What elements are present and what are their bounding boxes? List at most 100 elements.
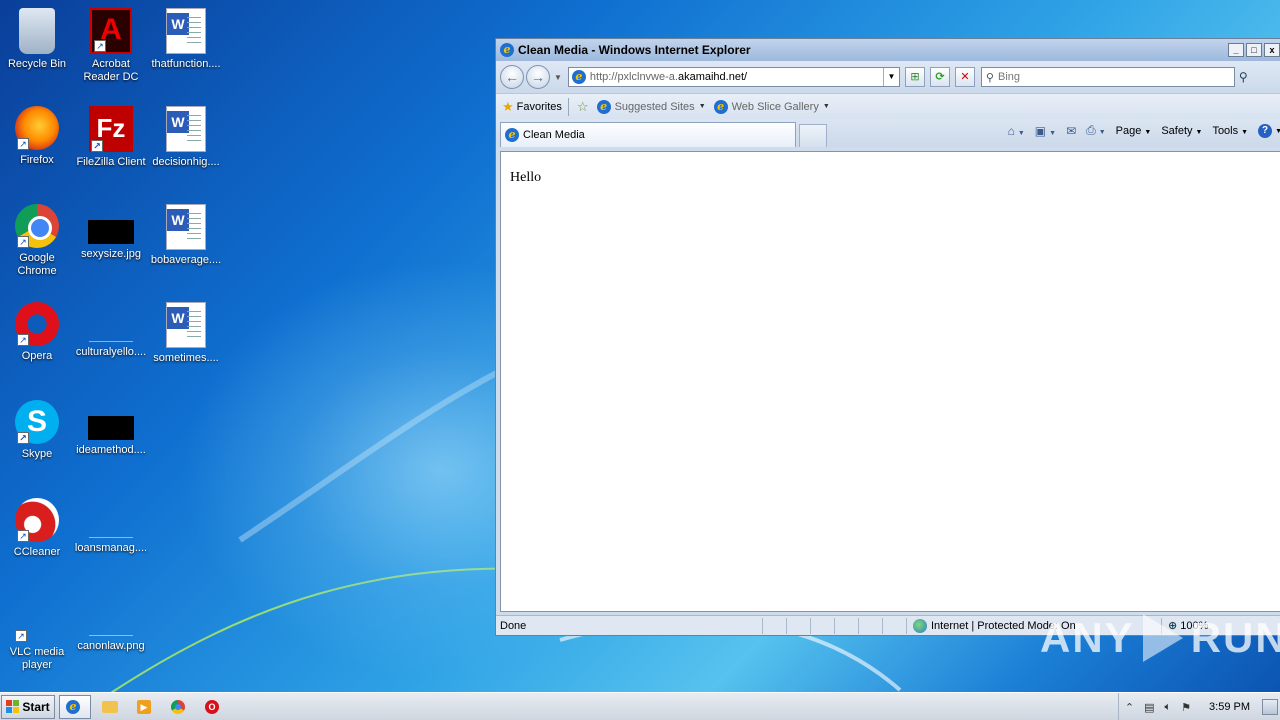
desktop-icon-label: sexysize.jpg (81, 248, 141, 260)
refresh-icon[interactable]: ⟳ (929, 67, 950, 87)
ie-icon: e (66, 699, 80, 714)
taskbar-chrome-button[interactable] (163, 695, 193, 719)
volume-icon[interactable]: 🔈︎ (1165, 701, 1172, 714)
desktop-icon-label: Recycle Bin (7, 58, 67, 70)
action-center-flag-icon[interactable]: ⚑ (1181, 701, 1191, 714)
address-bar[interactable]: e http://pxlclnvwe-a. akamaihd.net/ ▼ (567, 67, 900, 87)
word-document-icon: W (166, 204, 206, 250)
media-player-icon: ▶ (137, 699, 151, 714)
search-icon: ⚲ (985, 71, 994, 84)
status-cell (810, 617, 834, 634)
status-text: Done (500, 619, 527, 632)
compatibility-view-icon[interactable]: ⊞ (904, 67, 925, 87)
taskbar-explorer-button[interactable] (95, 695, 125, 719)
desktop-icon-label: loansmanag.... (74, 542, 148, 554)
recent-pages-dropdown[interactable]: ▼ (554, 73, 562, 82)
desktop-icon-thatfunction[interactable]: W thatfunction.... (149, 8, 223, 71)
watermark-text-left: ANY (1040, 614, 1135, 661)
image-file-icon (88, 416, 134, 440)
ie-page-icon: e (713, 99, 728, 114)
page-menu-label: Page (1115, 124, 1142, 137)
back-button[interactable]: ← (500, 65, 524, 89)
desktop-icon-acrobat[interactable]: A ↗ Acrobat Reader DC (74, 8, 148, 84)
play-logo-icon (1142, 614, 1183, 662)
suggested-sites-label: Suggested Sites (614, 100, 695, 113)
tab-bar: e Clean Media ⌂ ▼ ▣ ▼ ✉ ⎙ ▼ Page ▼ Safety ▼ T… (496, 119, 1280, 147)
desktop-icon-ideamethod[interactable]: ideamethod.... (74, 400, 148, 457)
desktop-icon-label: VLC media player (9, 646, 65, 671)
desktop-icon-chrome[interactable]: ↗ Google Chrome (0, 204, 74, 278)
show-desktop-button[interactable] (1262, 699, 1278, 715)
forward-button[interactable]: → (526, 65, 550, 89)
desktop-icon-label: CCleaner (13, 546, 61, 558)
close-button[interactable]: x (1264, 43, 1280, 57)
start-button[interactable]: Start (1, 694, 55, 719)
page-menu[interactable]: Page ▼ (1116, 125, 1152, 137)
safety-menu[interactable]: Safety ▼ (1161, 125, 1202, 137)
tools-menu-label: Tools (1212, 124, 1239, 137)
desktop-icon-ccleaner[interactable]: ↗ CCleaner (0, 498, 74, 559)
taskbar-media-player-button[interactable]: ▶ (129, 695, 159, 719)
home-icon[interactable]: ⌂ ▼ (1008, 124, 1025, 138)
watermark-text-right: RUN (1190, 614, 1280, 661)
desktop-icon-filezilla[interactable]: Fz ↗ FileZilla Client (74, 106, 148, 169)
chrome-icon: ↗ (15, 204, 59, 248)
page-text: Hello (510, 170, 542, 185)
help-icon: ? (1258, 123, 1273, 138)
help-menu[interactable]: ? ▼ (1258, 123, 1280, 138)
rss-feed-icon[interactable]: ▣ ▼ (1035, 124, 1056, 138)
safety-menu-label: Safety (1161, 124, 1193, 137)
desktop-icon-label: Acrobat Reader DC (83, 58, 139, 83)
desktop-icon-label: Firefox (20, 154, 54, 166)
blank-file-icon (89, 322, 133, 342)
desktop-icon-bobaverage[interactable]: W bobaverage.... (149, 204, 223, 267)
desktop-icon-sometimes[interactable]: W sometimes.... (149, 302, 223, 365)
desktop-icon-recycle-bin[interactable]: Recycle Bin (0, 8, 74, 71)
desktop-icon-label: Google Chrome (17, 252, 57, 277)
desktop-icon-culturalyellow[interactable]: culturalyello.... (74, 302, 148, 359)
clock[interactable]: 3:59 PM (1209, 701, 1250, 713)
status-cell (882, 617, 906, 634)
search-input[interactable]: ⚲ Bing (980, 67, 1235, 87)
network-icon[interactable]: ▤ (1144, 701, 1154, 714)
new-tab-button[interactable] (799, 124, 827, 147)
favorites-button[interactable]: ★ Favorites (502, 99, 562, 115)
tools-menu[interactable]: Tools ▼ (1212, 125, 1248, 137)
desktop-icon-label: Opera (21, 350, 53, 362)
add-to-favorites-icon[interactable]: ☆ (577, 99, 589, 115)
window-controls: _ □ x (1228, 43, 1280, 57)
desktop-icon-vlc[interactable]: ↗ VLC media player (0, 596, 74, 672)
desktop-icon-canonlaw[interactable]: canonlaw.png (74, 596, 148, 653)
suggested-sites-button[interactable]: e Suggested Sites ▼ (596, 99, 706, 114)
acrobat-icon: A ↗ (90, 8, 132, 54)
minimize-button[interactable]: _ (1228, 43, 1244, 57)
address-dropdown-button[interactable]: ▼ (882, 68, 899, 86)
tab-title: Clean Media (523, 129, 585, 141)
ie-window[interactable]: e Clean Media - Windows Internet Explore… (495, 38, 1280, 636)
desktop-icon-label: decisionhig.... (152, 156, 220, 168)
recycle-bin-icon (19, 8, 55, 54)
web-slice-gallery-button[interactable]: e Web Slice Gallery ▼ (713, 99, 830, 114)
page-ie-icon: e (571, 70, 586, 84)
print-icon[interactable]: ⎙ ▼ (1086, 123, 1106, 138)
desktop-icon-decisionhig[interactable]: W decisionhig.... (149, 106, 223, 169)
system-tray: ⌃ ▤ 🔈︎ ⚑ 3:59 PM (1117, 693, 1280, 720)
desktop-icon-loansmanag[interactable]: loansmanag.... (74, 498, 148, 555)
desktop-icon-opera[interactable]: ↗ Opera (0, 302, 74, 363)
show-hidden-icons-icon[interactable]: ⌃ (1125, 701, 1134, 714)
ie-titlebar[interactable]: e Clean Media - Windows Internet Explore… (496, 39, 1280, 61)
desktop-icon-sexysize[interactable]: sexysize.jpg (74, 204, 148, 261)
desktop-icon-skype[interactable]: S ↗ Skype (0, 400, 74, 461)
taskbar-opera-button[interactable]: O (197, 695, 227, 719)
desktop-icon-firefox[interactable]: ↗ Firefox (0, 106, 74, 167)
maximize-button[interactable]: □ (1246, 43, 1262, 57)
taskbar-ie-button[interactable]: e (59, 694, 91, 719)
desktop-icon-label: FileZilla Client (76, 156, 146, 168)
read-mail-icon[interactable]: ✉ (1066, 124, 1076, 138)
desktop-icon-label: bobaverage.... (150, 254, 222, 266)
search-go-icon[interactable]: ⚲ (1239, 70, 1257, 84)
stop-icon[interactable]: ✕ (954, 67, 975, 87)
command-bar: ⌂ ▼ ▣ ▼ ✉ ⎙ ▼ Page ▼ Safety ▼ Tools ▼ ? ▼ (1008, 123, 1280, 138)
tab-clean-media[interactable]: e Clean Media (500, 122, 796, 147)
ie-navigation-bar: ← → ▼ e http://pxlclnvwe-a. akamaihd.net/… (496, 61, 1280, 93)
